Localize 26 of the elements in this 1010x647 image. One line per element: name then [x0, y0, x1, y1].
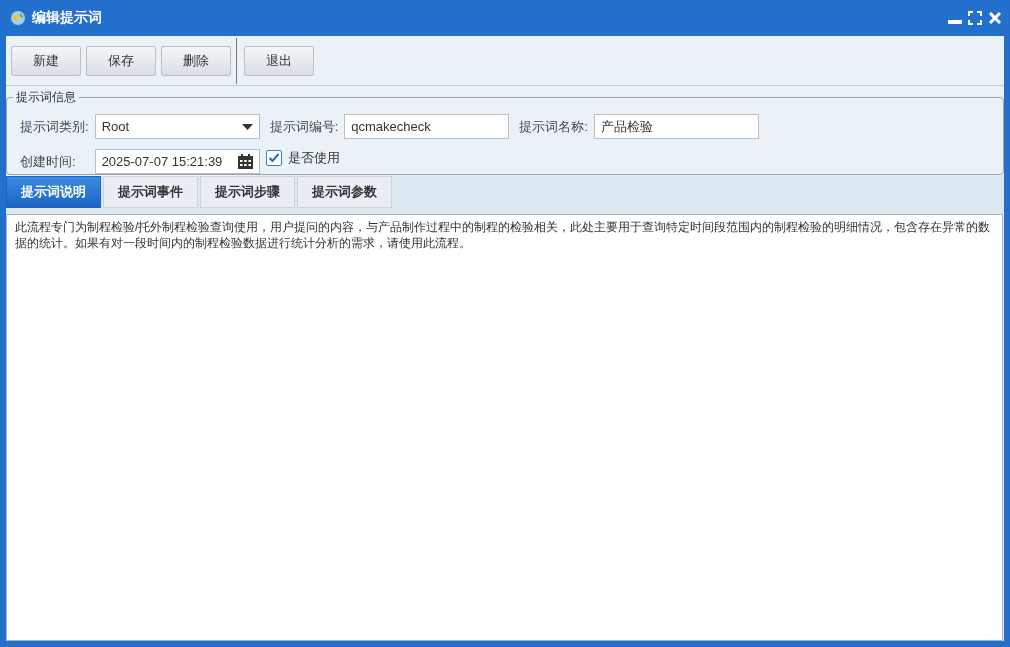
toolbar-button[interactable]: 退出: [244, 45, 314, 76]
date-field[interactable]: 2025-07-07 15:21:39: [94, 149, 260, 174]
tab[interactable]: 提示词事件: [103, 176, 198, 208]
checkbox-label: 是否使用: [287, 149, 340, 167]
globe-icon: [10, 10, 26, 26]
description-text-area[interactable]: 此流程专门为制程检验/托外制程检验查询使用，用户提问的内容，与产品制作过程中的制程的检验相关，此处主要用于查询特定时间段范围内的制程检验的明细情况，包含存在异常的数据的统计。如果有对一段时间内的制程检验数据进行统计分析的需求，请使用此流程。: [6, 214, 1003, 641]
tab[interactable]: 提示词参数: [297, 176, 392, 208]
window-title: 编辑提示词: [32, 9, 103, 27]
close-icon[interactable]: [988, 11, 1002, 25]
toolbar-button[interactable]: 保存: [86, 45, 156, 76]
toolbar-button[interactable]: 删除: [161, 45, 231, 76]
input-field[interactable]: 产品检验: [593, 114, 759, 139]
dropdown-caret-icon: [241, 123, 253, 130]
checkbox[interactable]: [265, 150, 282, 166]
tab[interactable]: 提示词说明: [6, 176, 101, 208]
field-label: 创建时间:: [20, 153, 77, 171]
field-label: 提示词编号:: [269, 117, 339, 136]
calendar-icon[interactable]: [237, 154, 253, 169]
maximize-icon[interactable]: [968, 11, 982, 25]
input-field[interactable]: qcmakecheck: [344, 114, 510, 139]
tab[interactable]: 提示词步骤: [200, 176, 295, 208]
category-dropdown[interactable]: Root: [94, 114, 260, 139]
toolbar-button[interactable]: 新建: [11, 45, 81, 76]
field-label: 提示词名称:: [519, 117, 588, 136]
panel-legend: 提示词信息: [13, 89, 79, 106]
field-label: 提示词类别:: [20, 117, 89, 136]
